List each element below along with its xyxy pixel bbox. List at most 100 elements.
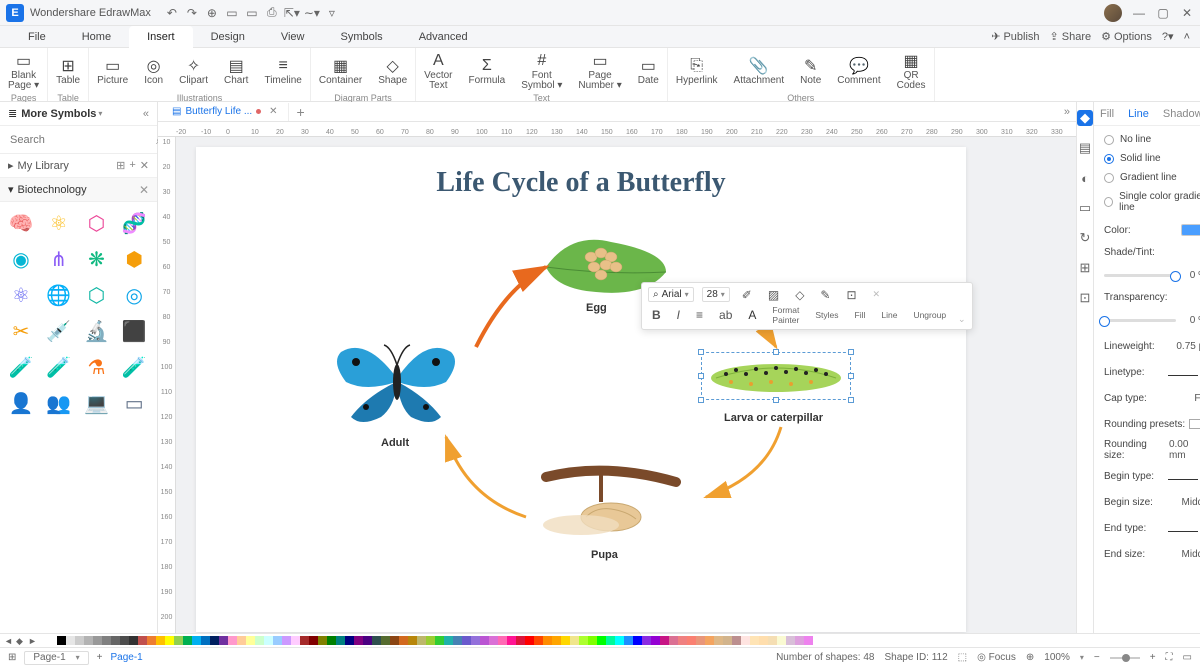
cloud-icon[interactable]: ∼▾ bbox=[305, 6, 319, 20]
category-header[interactable]: ▾Biotechnology ✕ bbox=[0, 178, 157, 202]
color-swatch[interactable] bbox=[705, 636, 714, 645]
bold-button[interactable]: B bbox=[648, 308, 665, 322]
theme-tool-icon[interactable]: ◐ bbox=[1077, 170, 1093, 186]
rp-tab-fill[interactable]: Fill bbox=[1100, 108, 1114, 120]
color-swatch[interactable] bbox=[336, 636, 345, 645]
shape-item[interactable]: ⚗ bbox=[84, 354, 110, 380]
shape-item[interactable]: ❋ bbox=[84, 246, 110, 272]
shape-item[interactable]: 🧪 bbox=[121, 354, 147, 380]
style-tool-icon[interactable]: ◆ bbox=[1077, 110, 1093, 126]
redo-icon[interactable]: ↷ bbox=[185, 6, 199, 20]
color-swatch[interactable] bbox=[120, 636, 129, 645]
rounding-size-field[interactable]: 0.00 mm▴▾ bbox=[1169, 439, 1200, 461]
color-swatch[interactable] bbox=[219, 636, 228, 645]
color-swatch[interactable] bbox=[381, 636, 390, 645]
color-swatch[interactable] bbox=[363, 636, 372, 645]
shape-item[interactable]: 🧪 bbox=[46, 354, 72, 380]
color-swatch[interactable] bbox=[282, 636, 291, 645]
ribbon-formula[interactable]: ΣFormula bbox=[461, 50, 514, 92]
radio-single-gradient[interactable]: Single color gradient line bbox=[1104, 191, 1200, 213]
end-size-select[interactable]: Middle▾ bbox=[1182, 549, 1200, 560]
ribbon-blank-page-[interactable]: ▭Blank Page ▾ bbox=[0, 50, 47, 92]
shape-item[interactable]: 🌐 bbox=[46, 282, 72, 308]
radio-gradient-line[interactable]: Gradient line bbox=[1104, 172, 1200, 183]
tab-design[interactable]: Design bbox=[193, 26, 263, 48]
ribbon-chart[interactable]: ▤Chart bbox=[216, 50, 256, 92]
color-swatch[interactable] bbox=[408, 636, 417, 645]
ribbon-container[interactable]: ▦Container bbox=[311, 50, 370, 92]
history-tool-icon[interactable]: ↻ bbox=[1077, 230, 1093, 246]
color-swatch[interactable] bbox=[696, 636, 705, 645]
color-swatch[interactable] bbox=[489, 636, 498, 645]
open-icon[interactable]: ▭ bbox=[225, 6, 239, 20]
color-swatch[interactable] bbox=[102, 636, 111, 645]
expand-icon[interactable]: ▿ bbox=[325, 6, 339, 20]
shape-item[interactable]: 🧠 bbox=[8, 210, 34, 236]
cs-prev-icon[interactable]: ◄ bbox=[4, 636, 14, 646]
user-avatar[interactable] bbox=[1104, 4, 1122, 22]
sb-layout-icon[interactable]: ⊞ bbox=[8, 652, 16, 663]
ribbon-comment[interactable]: 💬Comment bbox=[829, 50, 888, 92]
sb-fit-icon[interactable]: ⊕ bbox=[1026, 652, 1034, 663]
shape-item[interactable]: 🔬 bbox=[84, 318, 110, 344]
shape-item[interactable]: ⚛ bbox=[8, 282, 34, 308]
tab-view[interactable]: View bbox=[263, 26, 323, 48]
cs-dropper-icon[interactable]: ◆ bbox=[16, 636, 26, 646]
add-tab-button[interactable]: + bbox=[289, 104, 313, 120]
shape-item[interactable]: ◉ bbox=[8, 246, 34, 272]
ribbon-font-symbol-[interactable]: #Font Symbol ▾ bbox=[513, 50, 570, 92]
cs-next-icon[interactable]: ► bbox=[28, 636, 38, 646]
sb-layers-icon[interactable]: ⬚ bbox=[958, 652, 967, 663]
sb-addpage-icon[interactable]: + bbox=[97, 652, 103, 663]
color-swatch[interactable] bbox=[633, 636, 642, 645]
minimize-icon[interactable]: — bbox=[1132, 6, 1146, 20]
color-swatch[interactable] bbox=[48, 636, 57, 645]
symbols-header[interactable]: ≣ More Symbols▾ « bbox=[0, 102, 157, 126]
collapse-panel-icon[interactable]: « bbox=[143, 108, 149, 120]
color-swatch[interactable] bbox=[390, 636, 399, 645]
color-swatch[interactable] bbox=[210, 636, 219, 645]
color-swatch[interactable] bbox=[561, 636, 570, 645]
color-swatch[interactable] bbox=[345, 636, 354, 645]
publish-button[interactable]: ✈Publish bbox=[991, 30, 1039, 43]
lib-add-icon[interactable]: + bbox=[129, 159, 135, 172]
linetype-select[interactable]: 00▾ bbox=[1168, 367, 1200, 378]
color-swatch[interactable] bbox=[624, 636, 633, 645]
sb-focus-button[interactable]: ◎ Focus bbox=[977, 652, 1016, 663]
lib-grid-icon[interactable]: ⊞ bbox=[116, 159, 125, 172]
color-swatch[interactable] bbox=[147, 636, 156, 645]
ribbon-attachment[interactable]: 📎Attachment bbox=[726, 50, 793, 92]
color-swatch[interactable] bbox=[462, 636, 471, 645]
color-swatch[interactable] bbox=[372, 636, 381, 645]
shape-item[interactable]: ✂ bbox=[8, 318, 34, 344]
color-swatch[interactable] bbox=[183, 636, 192, 645]
sb-page-link[interactable]: Page-1 bbox=[111, 652, 143, 663]
color-swatch[interactable] bbox=[255, 636, 264, 645]
adult-stage[interactable] bbox=[326, 327, 466, 440]
sb-zoom-in-icon[interactable]: + bbox=[1150, 652, 1156, 663]
share-button[interactable]: ⇪Share bbox=[1050, 30, 1092, 43]
color-swatch[interactable] bbox=[777, 636, 786, 645]
undo-icon[interactable]: ↶ bbox=[165, 6, 179, 20]
shape-item[interactable]: ⚛ bbox=[46, 210, 72, 236]
color-swatch[interactable] bbox=[768, 636, 777, 645]
italic-button[interactable]: I bbox=[673, 308, 684, 322]
close-icon[interactable]: ✕ bbox=[1180, 6, 1194, 20]
color-swatch[interactable] bbox=[66, 636, 75, 645]
cap-select[interactable]: Flat▾ bbox=[1194, 393, 1200, 404]
color-swatch[interactable] bbox=[525, 636, 534, 645]
color-swatch[interactable] bbox=[174, 636, 183, 645]
color-swatch[interactable] bbox=[732, 636, 741, 645]
larva-stage[interactable] bbox=[701, 352, 851, 403]
color-swatch[interactable] bbox=[309, 636, 318, 645]
more-tool-icon[interactable]: ⊡ bbox=[1077, 290, 1093, 306]
color-swatch[interactable] bbox=[426, 636, 435, 645]
color-swatch[interactable] bbox=[57, 636, 66, 645]
shape-item[interactable]: ⬡ bbox=[84, 282, 110, 308]
shade-slider[interactable] bbox=[1104, 274, 1176, 277]
shape-item[interactable]: ⋔ bbox=[46, 246, 72, 272]
ribbon-page-number-[interactable]: ▭Page Number ▾ bbox=[570, 50, 629, 92]
rp-tab-shadow[interactable]: Shadow bbox=[1163, 108, 1200, 120]
color-swatch[interactable] bbox=[291, 636, 300, 645]
color-swatch[interactable] bbox=[480, 636, 489, 645]
